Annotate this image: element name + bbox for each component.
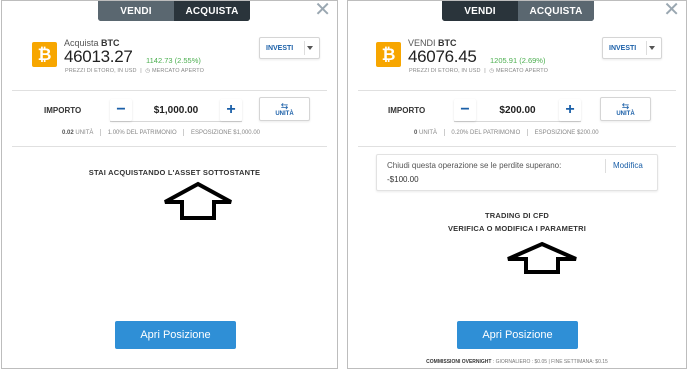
top-bar: VENDI ACQUISTA ✕ bbox=[2, 1, 337, 21]
swap-icon: ⇆ bbox=[621, 100, 630, 111]
info-message: STAI ACQUISTANDO L'ASSET SOTTOSTANTE bbox=[88, 168, 261, 177]
units-toggle-label: UNITÀ bbox=[275, 110, 294, 117]
tab-sell[interactable]: VENDI bbox=[98, 1, 174, 21]
stop-loss-value: -$100.00 bbox=[387, 175, 419, 184]
investi-label: INVESTI bbox=[266, 44, 294, 52]
plus-icon: + bbox=[565, 101, 575, 118]
amount-stepper: − $200.00 + bbox=[454, 99, 581, 122]
tab-sell[interactable]: VENDI bbox=[442, 1, 518, 21]
buy-sell-toggle: VENDI ACQUISTA bbox=[442, 1, 594, 21]
trade-panel-buy: VENDI ACQUISTA ✕ ₿ Acquista BTC 46013.27… bbox=[1, 0, 338, 369]
bitcoin-icon: ₿ bbox=[376, 42, 401, 67]
amount-label: IMPORTO bbox=[44, 106, 82, 115]
amount-input[interactable]: $1,000.00 bbox=[132, 99, 220, 121]
price-change: 1142.73 (2.55%) bbox=[146, 56, 201, 65]
market-status: MERCATO APERTO bbox=[495, 68, 548, 74]
divider bbox=[12, 146, 327, 147]
chevron-down-icon bbox=[307, 46, 313, 50]
divider bbox=[358, 146, 676, 147]
stop-loss-box: Chiudi questa operazione se le perdite s… bbox=[376, 154, 658, 191]
divider bbox=[12, 90, 327, 91]
tab-buy[interactable]: ACQUISTA bbox=[174, 1, 250, 21]
prices-note: PREZZI DI ETORO, IN USD bbox=[65, 68, 137, 74]
overnight-fees-label: COMMISSIONI OVERNIGHT bbox=[426, 359, 492, 365]
units-value: 0 bbox=[414, 130, 418, 137]
investi-dropdown[interactable]: INVESTI bbox=[602, 37, 662, 59]
swap-icon: ⇆ bbox=[280, 100, 289, 111]
close-icon[interactable]: ✕ bbox=[314, 1, 331, 20]
units-toggle-label: UNITÀ bbox=[616, 110, 635, 117]
units-label: UNITÀ bbox=[419, 130, 438, 137]
stop-loss-divider bbox=[605, 159, 606, 173]
clock-icon: ◷ bbox=[145, 68, 151, 74]
overnight-fees-weekend: FINE SETTIMANA: $0.15 bbox=[551, 359, 608, 365]
close-icon[interactable]: ✕ bbox=[663, 1, 680, 20]
amount-stepper: − $1,000.00 + bbox=[110, 99, 242, 122]
asset-price: 46013.27 bbox=[64, 47, 133, 66]
tab-buy[interactable]: ACQUISTA bbox=[518, 1, 594, 21]
plus-button[interactable]: + bbox=[220, 99, 242, 121]
units-toggle-button[interactable]: ⇆ UNITÀ bbox=[600, 97, 651, 121]
amount-label: IMPORTO bbox=[388, 106, 426, 115]
up-arrow-outline-icon bbox=[507, 241, 577, 274]
exposure-value: ESPOSIZIONE $200.00 bbox=[534, 130, 599, 137]
overnight-fees-daily: GIORNALIERO : $0.05 bbox=[495, 359, 548, 365]
position-stats: 0.02 UNITÀ 1.00% DEL PATRIMONIO ESPOSIZI… bbox=[62, 129, 260, 136]
plus-icon: + bbox=[226, 101, 236, 118]
top-bar: VENDI ACQUISTA ✕ bbox=[348, 1, 686, 21]
minus-button[interactable]: − bbox=[110, 99, 132, 121]
buy-sell-toggle: VENDI ACQUISTA bbox=[98, 1, 250, 21]
divider bbox=[358, 90, 676, 91]
asset-price: 46076.45 bbox=[408, 47, 477, 66]
edit-stop-loss-link[interactable]: Modifica bbox=[613, 161, 643, 170]
exposure-value: ESPOSIZIONE $1,000.00 bbox=[190, 130, 260, 137]
portfolio-share: 1.00% DEL PATRIMONIO bbox=[107, 130, 177, 137]
info-message-title: TRADING DI CFD bbox=[484, 211, 550, 220]
amount-input[interactable]: $200.00 bbox=[476, 99, 559, 121]
overnight-fees: COMMISSIONI OVERNIGHT : GIORNALIERO : $0… bbox=[426, 359, 608, 365]
open-position-button[interactable]: Apri Posizione bbox=[115, 321, 236, 349]
plus-button[interactable]: + bbox=[559, 99, 581, 121]
bitcoin-icon: ₿ bbox=[32, 42, 57, 67]
minus-icon: − bbox=[116, 101, 126, 118]
position-stats: 0 UNITÀ 0.20% DEL PATRIMONIO ESPOSIZIONE… bbox=[414, 129, 599, 136]
trade-panel-cfd: VENDI ACQUISTA ✕ ₿ VENDI BTC 46076.45 12… bbox=[347, 0, 687, 369]
price-change: 1205.91 (2.69%) bbox=[490, 56, 546, 65]
info-message-subtitle: VERIFICA O MODIFICA I PARAMETRI bbox=[447, 224, 586, 233]
up-arrow-outline-icon bbox=[164, 181, 232, 220]
minus-button[interactable]: − bbox=[454, 99, 476, 121]
investi-dropdown[interactable]: INVESTI bbox=[259, 37, 320, 59]
units-label: UNITÀ bbox=[75, 130, 94, 137]
chevron-down-icon bbox=[649, 46, 655, 50]
open-position-button[interactable]: Apri Posizione bbox=[457, 321, 578, 349]
price-meta: PREZZI DI ETORO, IN USD | ◷ MERCATO APER… bbox=[409, 68, 548, 74]
clock-icon: ◷ bbox=[489, 68, 495, 74]
dropdown-divider bbox=[646, 41, 647, 55]
minus-icon: − bbox=[460, 101, 470, 118]
price-meta: PREZZI DI ETORO, IN USD | ◷ MERCATO APER… bbox=[65, 68, 204, 74]
portfolio-share: 0.20% DEL PATRIMONIO bbox=[451, 130, 521, 137]
units-value: 0.02 bbox=[62, 130, 74, 137]
prices-note: PREZZI DI ETORO, IN USD bbox=[409, 68, 481, 74]
stop-loss-question: Chiudi questa operazione se le perdite s… bbox=[387, 161, 562, 170]
units-toggle-button[interactable]: ⇆ UNITÀ bbox=[259, 97, 310, 121]
market-status: MERCATO APERTO bbox=[151, 68, 204, 74]
investi-label: INVESTI bbox=[609, 44, 637, 52]
dropdown-divider bbox=[304, 41, 305, 55]
